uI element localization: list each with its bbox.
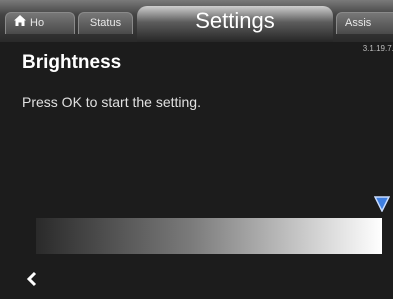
home-icon xyxy=(14,13,26,33)
tab-assist[interactable]: Assis xyxy=(336,12,393,34)
tab-assist-label: Assis xyxy=(345,17,372,29)
slider-marker-icon[interactable] xyxy=(373,196,391,213)
tab-bar: Ho Status Settings Assis xyxy=(0,0,393,42)
brightness-slider[interactable] xyxy=(36,218,382,254)
tab-status-label: Status xyxy=(89,17,122,29)
instruction-text: Press OK to start the setting. xyxy=(22,94,201,110)
tab-home[interactable]: Ho xyxy=(5,12,75,34)
tab-settings[interactable]: Settings xyxy=(137,6,333,42)
tab-home-label: Ho xyxy=(30,17,45,29)
version-number: 3.1.19.7.1.0 xyxy=(362,44,393,53)
tab-status[interactable]: Status xyxy=(78,12,133,34)
back-button[interactable] xyxy=(22,268,44,290)
page-title: Brightness xyxy=(22,52,122,73)
tab-settings-label: Settings xyxy=(195,8,275,33)
chevron-left-icon xyxy=(26,271,37,287)
